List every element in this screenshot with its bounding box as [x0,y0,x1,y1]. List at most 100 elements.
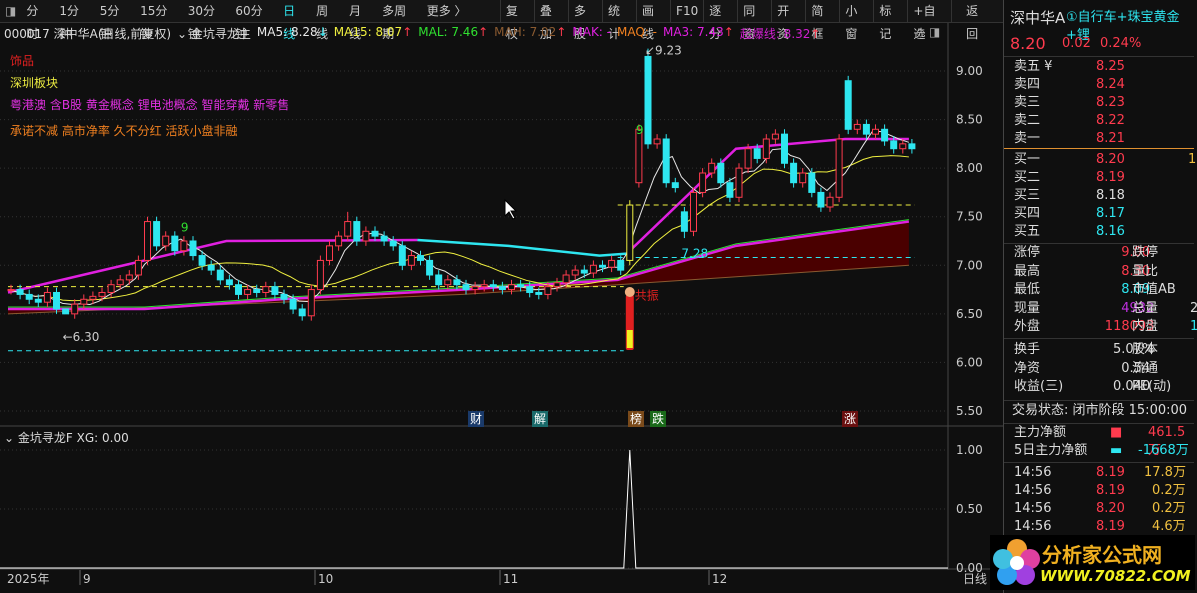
sub-indicator-title[interactable]: ⌄ 金坑寻龙F XG: 0.00 [4,429,129,446]
pct-change: 0.24% [1100,36,1142,51]
fund-row: 净资 0.54 流通 [1012,360,1197,378]
ma15-line [7,155,909,302]
bid-row: 买二 8.19 [1012,169,1197,187]
sub-value: XG: 0.00 [76,431,129,445]
candle [371,226,379,241]
cell: 8.17 [1096,206,1125,221]
sub-tick: 0.50 [956,502,983,516]
candle [662,134,670,188]
candle [207,260,215,275]
price-tick: 7.00 [956,258,983,272]
flow-bar-icon: ■ [1110,425,1123,440]
event-marker[interactable]: 涨 [842,411,859,427]
candle [781,129,788,169]
fund-row: 收益(三) 0.040 PE(动) [1012,378,1197,396]
candle [316,255,324,295]
candle [271,281,279,300]
candle [125,270,133,285]
diamond-icon[interactable]: ◇ ◨ [916,25,940,39]
candle [644,48,652,149]
cell: 14:56 [1014,501,1052,516]
candle [380,231,388,246]
cell: 17.8万 [1144,465,1186,480]
cell: 外盘 [1014,319,1041,334]
candle [735,163,743,203]
candle [699,168,707,198]
sub-tick: 1.00 [956,443,983,457]
trend-arrow-icon: ↓ [317,25,328,39]
cell: 买三 [1014,188,1041,203]
flower-logo-icon [993,539,1040,585]
cell: 8.20 [1096,501,1125,516]
candle [589,260,597,278]
chart-annotation: ↙9.23 [645,43,682,57]
legend-item: MA15: 8.07↑ [334,25,412,42]
candle [617,255,625,275]
cell: 股本 [1132,342,1159,357]
cell: 0.2万 [1152,501,1186,516]
xg-signal-line [0,449,948,569]
bid-row: 买五 8.16 [1012,223,1197,241]
cell: 8.19 [1096,465,1125,480]
bid-row: 买三 8.18 [1012,187,1197,205]
chevron-down-icon: ⌄ [4,431,15,445]
cell: 内盘 [1132,319,1159,334]
cell: 4.6万 [1152,519,1186,534]
legend-item: MAH: 7.02↑ [494,25,566,42]
candle [671,177,679,193]
candle [426,255,434,280]
main-flow-row: 主力净额 ■ 461.5万 [1012,424,1197,458]
date-tick: 11 [503,572,518,586]
cell: -1668万 [1138,443,1189,458]
candle [307,284,315,321]
chevron-down-icon: ⌄ [177,27,188,41]
cell: 跌停 [1132,245,1159,260]
divider [1004,400,1194,401]
last-price: 8.20 [1010,34,1046,53]
support-band [8,221,909,314]
event-marker[interactable]: 榜 [628,411,645,427]
price-change: 0.02 [1062,36,1091,51]
candle [790,158,798,188]
trend-arrow-icon: ↑ [478,25,489,39]
candle [553,277,561,292]
event-marker[interactable]: 解 [532,411,549,427]
period-label[interactable]: 日线 [963,572,987,586]
candle [853,119,861,135]
cell: 卖一 [1014,131,1041,146]
cell: 0.2万 [1152,483,1186,498]
tick-row: 14:56 8.19 17.8万 [1012,464,1197,482]
divider [1004,338,1194,339]
candle [626,200,634,266]
cell: 涨停 [1014,245,1041,260]
legend-value: MAL: 7.46 [418,25,479,39]
candle [298,304,306,321]
candle [799,168,807,188]
candle [862,119,870,139]
candle [771,129,779,144]
status-row: 交易状态: 闭市阶段 15:00:00 [1012,402,1197,420]
cell: 卖四 [1014,77,1041,92]
cell: PE(动) [1132,379,1172,394]
kline-chart[interactable]: 9.00 8.50 8.00 7.50 7.00 6.50 6.00 5.50 ←6.30 ↙9.… [0,0,1003,593]
price-tick: 7.50 [956,210,983,224]
cell: 卖二 [1014,113,1041,128]
event-marker[interactable]: 跌 [650,411,667,427]
divider [1004,462,1194,463]
stat-row: 现量 4932 总量 2 [1012,300,1197,318]
tag-concepts: 粤港澳 含B股 黄金概念 锂电池概念 智能穿戴 新零售 [10,98,290,112]
trend-arrow-icon: ↑ [402,25,413,39]
quote-panel: 深中华A ①自行车+珠宝黄金+锂 8.20 0.02 0.24% 卖五 ¥8.25 卖四 8.… [1003,0,1197,593]
stat-row: 涨停 9.00 跌停 [1012,244,1197,262]
chart-legend: 000017 深中华A(日线,前复权) ⌄ 金坑寻龙主 MA5: 8.28↓ MA… [4,25,820,42]
watermark-title: 分析家公式网 [1042,543,1162,567]
legend-item: 起爆线: 8.32↑ [740,25,821,42]
hand-pointer-icon [624,287,635,297]
event-marker[interactable]: 财 [468,411,485,427]
price-tick: 5.50 [956,404,983,418]
fund-row: 换手 5.07% 股本 [1012,341,1197,359]
ask-row: 卖四 8.24 [1012,76,1197,94]
indicator-selector[interactable]: ⌄ 金坑寻龙主 [177,25,251,42]
candle [262,281,270,298]
tick-row: 14:56 8.19 0.2万 [1012,482,1197,500]
